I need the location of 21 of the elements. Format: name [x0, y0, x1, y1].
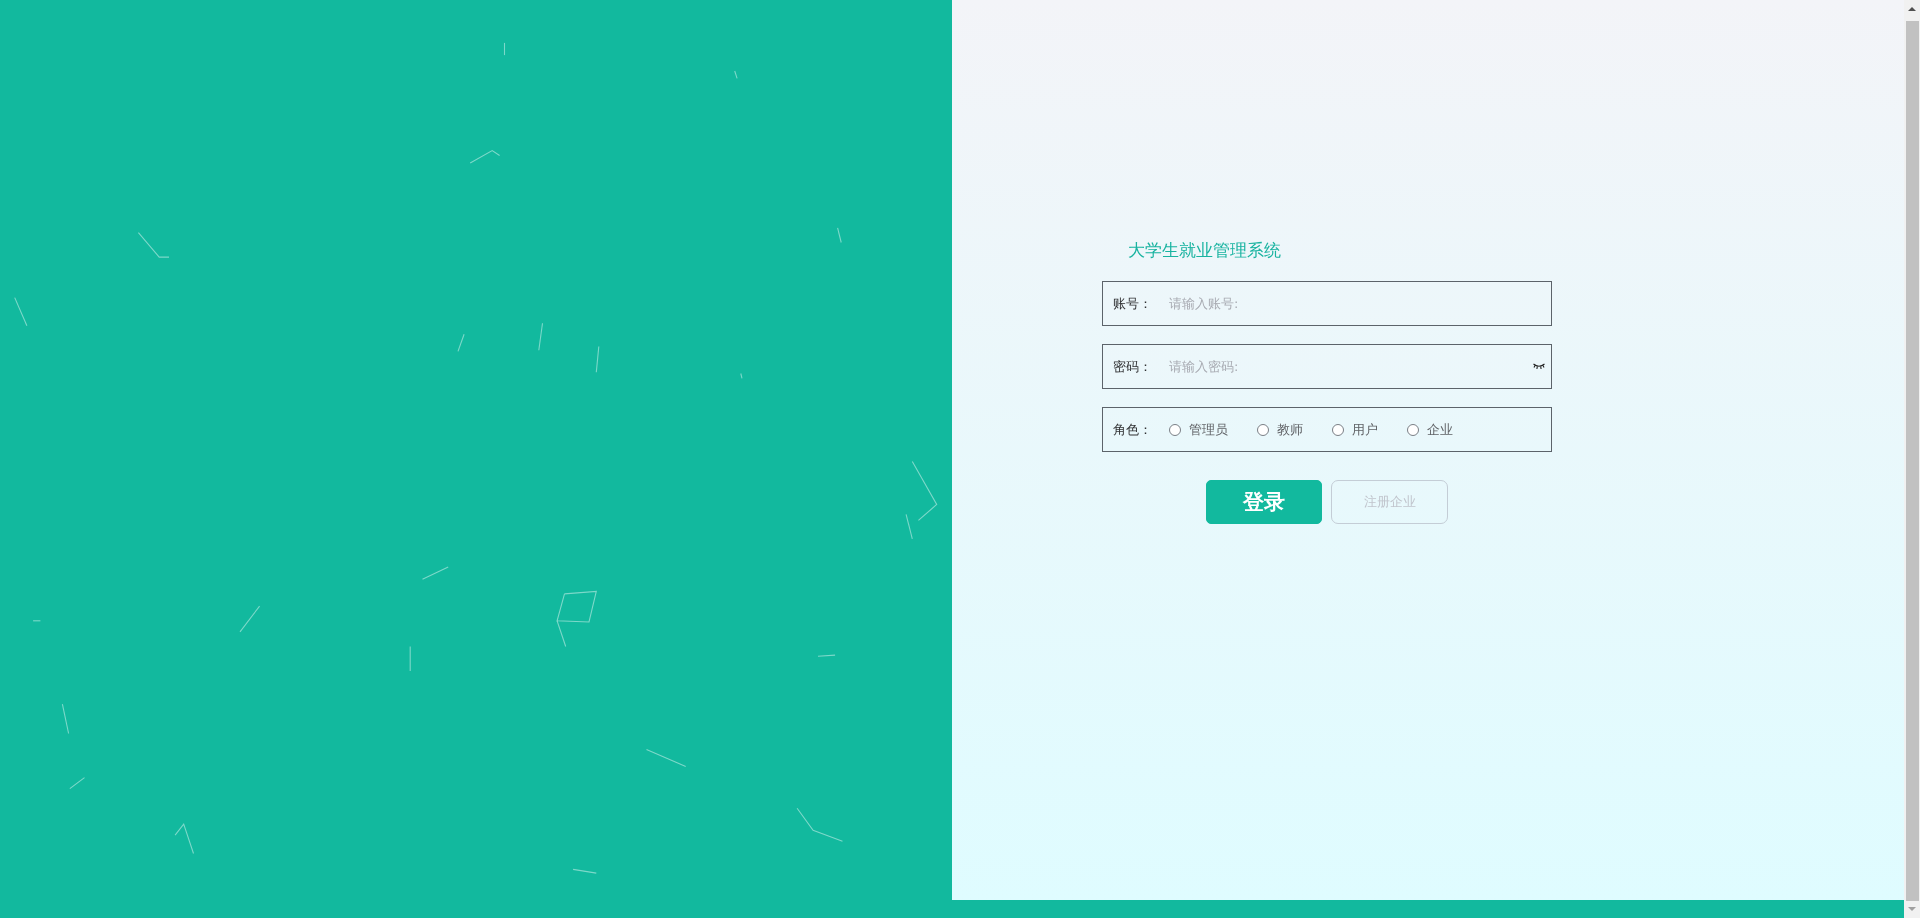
radio-icon[interactable]: [1407, 423, 1419, 436]
scrollbar-thumb[interactable]: [1905, 21, 1919, 901]
scroll-up-icon[interactable]: [1908, 7, 1916, 11]
role-radio[interactable]: 企业: [1407, 420, 1453, 439]
field-label: 角色：: [1113, 420, 1153, 439]
radio-icon[interactable]: [1332, 423, 1344, 436]
scroll-down-icon[interactable]: [1908, 907, 1916, 911]
field-label: 密码：: [1113, 357, 1153, 376]
account-field[interactable]: 账号： 请输入账号:: [1102, 281, 1552, 326]
role-radio[interactable]: 用户: [1332, 420, 1378, 439]
password-input[interactable]: 请输入密码:: [1169, 352, 1529, 381]
radio-icon[interactable]: [1257, 423, 1269, 436]
password-field[interactable]: 密码： 请输入密码:: [1102, 344, 1552, 389]
field-label: 账号：: [1113, 294, 1153, 313]
app-title: 大学生就业管理系统: [1128, 239, 1281, 261]
role-radio[interactable]: 教师: [1257, 420, 1303, 439]
account-input[interactable]: 请输入账号:: [1169, 289, 1545, 318]
radio-icon[interactable]: [1169, 423, 1181, 436]
role-radio[interactable]: 管理员: [1169, 420, 1228, 439]
eye-closed-icon[interactable]: [1533, 363, 1545, 370]
scrollbar[interactable]: [1904, 0, 1920, 918]
